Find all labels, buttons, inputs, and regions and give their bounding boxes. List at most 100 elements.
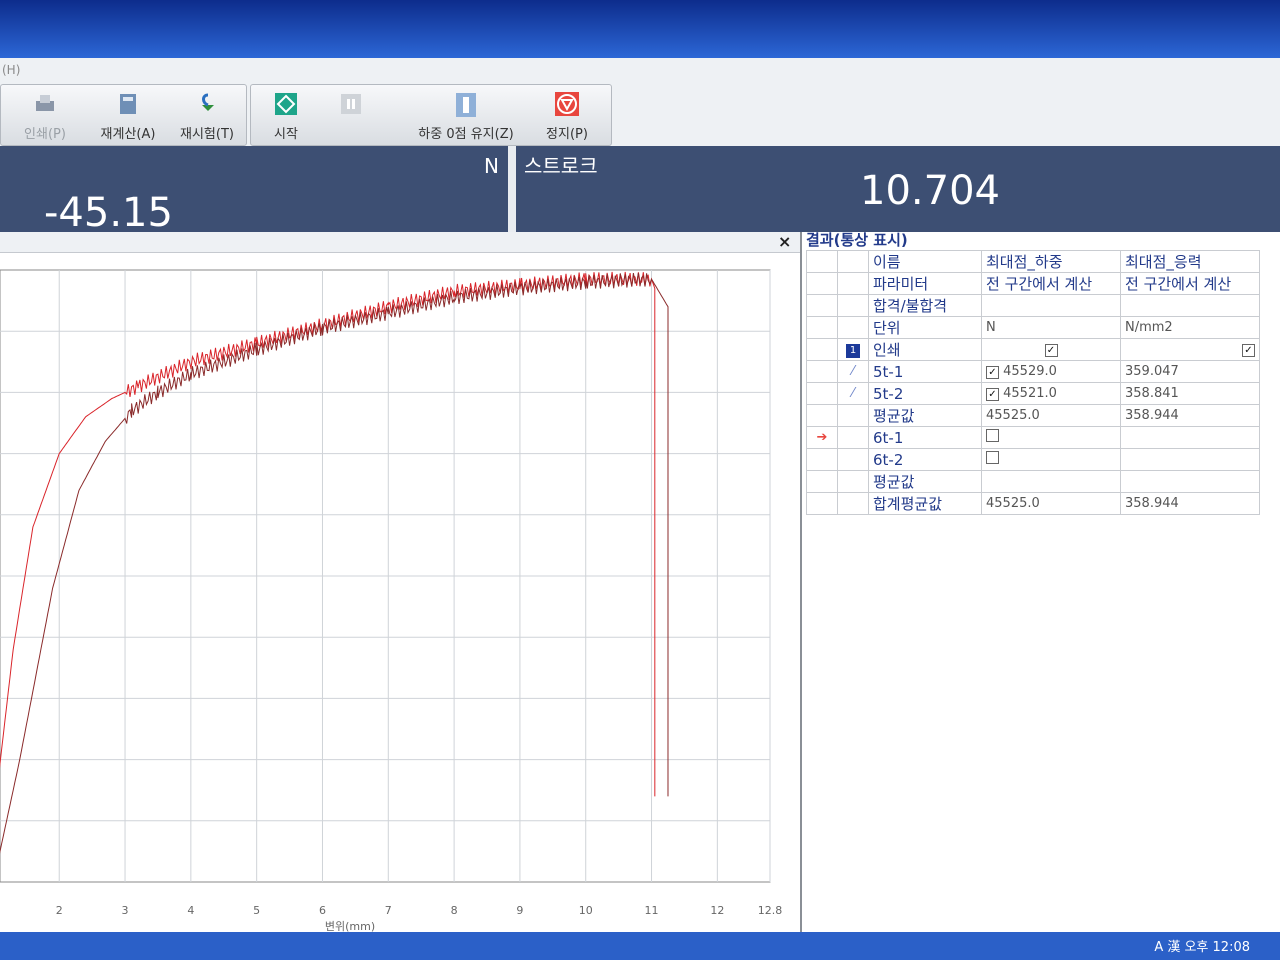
undo-arrow-icon	[202, 93, 214, 111]
col2-param: 전 구간에서 계산	[1120, 272, 1260, 295]
calculator-icon	[120, 94, 136, 114]
col2-avg: 358.944	[1120, 404, 1260, 427]
row-label: 6t-1	[868, 426, 982, 449]
menu-help[interactable]: (H)	[2, 63, 20, 77]
graph-toolbar: ×	[0, 232, 800, 253]
curve-icon: ⁄	[851, 364, 855, 379]
row-checkbox[interactable]	[986, 429, 999, 442]
table-row: ⁄ 5t-1 ✓ 45529.0 359.047	[806, 360, 1260, 383]
col2-unit: N/mm2	[1120, 316, 1260, 339]
col1-v1: 45529.0	[1003, 364, 1057, 379]
pause-button[interactable]	[331, 85, 371, 145]
row-checkbox[interactable]: ✓	[986, 388, 999, 401]
load-zero-hold-label: 하중 0점 유지(Z)	[418, 127, 514, 142]
col1-total: 45525.0	[981, 492, 1121, 515]
x-tick-label: 12.8	[758, 904, 783, 917]
load-panel: N -45.15	[0, 146, 508, 236]
curve-icon: ⁄	[851, 386, 855, 401]
stroke-value: 10.704	[860, 168, 1000, 214]
row-label: 6t-2	[868, 448, 982, 471]
window-title-bar	[0, 0, 1280, 58]
menu-bar: (H)	[0, 58, 1280, 82]
col1-name: 최대점_하중	[981, 250, 1121, 273]
system-tray: A 漢 오후 12:08	[1154, 940, 1250, 955]
pause-icon	[341, 94, 361, 114]
table-row: 평균값 45525.0 358.944	[806, 404, 1260, 427]
x-tick-label: 7	[385, 904, 392, 917]
row-label: 5t-2	[873, 384, 904, 403]
load-displacement-chart: 2 3 4 5 6 7 8 9 10 11 12 12.8 변위(mm)	[0, 269, 783, 932]
start-label: 시작	[274, 127, 298, 142]
table-row: 합격/불합격	[806, 294, 1260, 317]
toolbar-group-1: 인쇄(P) 재계산(A) 재시험(T)	[0, 84, 247, 146]
row-label: 평균값	[868, 470, 982, 493]
print-button[interactable]: 인쇄(P)	[9, 85, 81, 145]
x-tick-label: 2	[56, 904, 63, 917]
stop-icon	[555, 92, 579, 116]
row-label: 합격/불합격	[868, 294, 982, 317]
row-label: 파라미터	[868, 272, 982, 295]
load-zero-hold-button[interactable]: 하중 0점 유지(Z)	[401, 85, 531, 145]
stop-button[interactable]: 정지(P)	[534, 85, 600, 145]
arrow-icon: ➔	[816, 430, 828, 445]
col2-v2: 358.841	[1120, 382, 1260, 405]
stop-label: 정지(P)	[546, 127, 588, 142]
row-label: 인쇄	[868, 338, 982, 361]
x-tick-label: 5	[253, 904, 260, 917]
toolbar-group-2: 시작 하중 0점 유지(Z) 정지(P)	[250, 84, 612, 146]
col1-param: 전 구간에서 계산	[981, 272, 1121, 295]
retest-button[interactable]: 재시험(T)	[171, 85, 243, 145]
start-icon	[275, 93, 297, 115]
col1-unit: N	[981, 316, 1121, 339]
col2-total: 358.944	[1120, 492, 1260, 515]
result-table: 이름 최대점_하중 최대점_응력 파라미터 전 구간에서 계산 전 구간에서 계…	[806, 250, 1260, 515]
col2-name: 최대점_응력	[1120, 250, 1260, 273]
stroke-panel: 스트로크 10.704	[516, 146, 1280, 232]
x-tick-label: 11	[645, 904, 659, 917]
recalc-label: 재계산(A)	[100, 127, 156, 142]
row-label: 5t-1	[873, 362, 904, 381]
x-tick-label: 10	[579, 904, 593, 917]
table-row: 평균값	[806, 470, 1260, 493]
print-checkbox-col2[interactable]: ✓	[1242, 344, 1255, 357]
row-checkbox[interactable]: ✓	[986, 366, 999, 379]
load-value: -45.15	[44, 190, 173, 236]
print-label: 인쇄(P)	[24, 127, 66, 142]
row-label: 단위	[868, 316, 982, 339]
result-pane: 결과(통상 표시) 이름 최대점_하중 최대점_응력 파라미터 전 구간에서 계…	[800, 231, 1280, 932]
row-label: 평균값	[868, 404, 982, 427]
table-row: 1 인쇄 ✓ ✓	[806, 338, 1260, 361]
recalc-button[interactable]: 재계산(A)	[89, 85, 167, 145]
table-row: 이름 최대점_하중 최대점_응력	[806, 250, 1260, 273]
col2-v1: 359.047	[1120, 360, 1260, 383]
close-icon[interactable]: ×	[778, 232, 791, 251]
x-tick-label: 8	[451, 904, 458, 917]
row-checkbox[interactable]	[986, 451, 999, 464]
table-row: 파라미터 전 구간에서 계산 전 구간에서 계산	[806, 272, 1260, 295]
start-button[interactable]: 시작	[257, 85, 315, 145]
x-tick-label: 12	[710, 904, 724, 917]
x-tick-label: 4	[187, 904, 194, 917]
table-row: ➔ 6t-1	[806, 426, 1260, 449]
row-label: 합계평균값	[868, 492, 982, 515]
print-checkbox-col1[interactable]: ✓	[1044, 344, 1058, 357]
graph-area: × 2 3 4 5 6 7 8 9 10 11 12 12.8 변위(mm)	[0, 232, 800, 932]
table-row: 6t-2	[806, 448, 1260, 471]
table-row: 단위 N N/mm2	[806, 316, 1260, 339]
retest-label: 재시험(T)	[180, 127, 234, 142]
x-tick-label: 3	[122, 904, 129, 917]
load-unit: N	[484, 154, 499, 178]
print-badge[interactable]: 1	[846, 343, 860, 358]
col1-avg: 45525.0	[981, 404, 1121, 427]
x-tick-label: 6	[319, 904, 326, 917]
table-row: 합계평균값 45525.0 358.944	[806, 492, 1260, 515]
x-axis-label: 변위(mm)	[325, 920, 375, 932]
x-tick-label: 9	[516, 904, 523, 917]
taskbar: A 漢 오후 12:08	[0, 932, 1280, 960]
row-label: 이름	[868, 250, 982, 273]
printer-icon	[36, 95, 54, 111]
result-title: 결과(통상 표시)	[806, 231, 908, 249]
table-row: ⁄ 5t-2 ✓ 45521.0 358.841	[806, 382, 1260, 405]
stroke-label: 스트로크	[524, 154, 598, 178]
toolbar: 인쇄(P) 재계산(A) 재시험(T) 시작 하중 0점 유지(Z) 정지(P)	[0, 82, 1280, 146]
